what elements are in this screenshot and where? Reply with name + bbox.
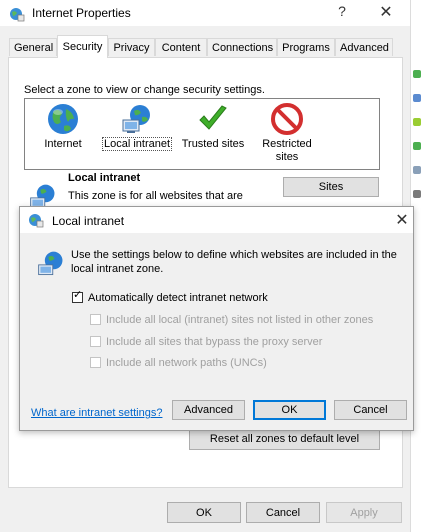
zone-label-restricted-sites: Restricted sites [262, 138, 312, 163]
dialog-ok-button[interactable]: OK [253, 400, 326, 420]
checkbox-bypass-proxy[interactable]: Include all sites that bypass the proxy … [90, 336, 322, 348]
window-titlebar[interactable]: Internet Properties ? ✕ [0, 0, 410, 26]
checkbox-label: Include all network paths (UNCs) [106, 357, 267, 369]
local-intranet-dialog: Local intranet ✕ Use the settings below … [19, 206, 414, 431]
checkmark-icon [199, 105, 227, 130]
intranet-settings-help-link[interactable]: What are intranet settings? [31, 407, 162, 419]
ok-button[interactable]: OK [167, 502, 241, 523]
zone-list: Internet Local intranet Trusted sites Re… [24, 98, 380, 170]
background-app-icon [413, 118, 421, 126]
checkbox-auto-detect[interactable]: ✓ Automatically detect intranet network [72, 289, 268, 304]
restricted-icon [271, 103, 303, 135]
internet-options-icon [29, 214, 44, 228]
checkbox-label: Include all sites that bypass the proxy … [106, 336, 323, 348]
intranet-icon [38, 251, 63, 276]
tab-connections[interactable]: Connections [207, 38, 277, 56]
zone-description: This zone is for all websites that are [68, 190, 243, 202]
zone-label-trusted-sites: Trusted sites [181, 138, 245, 150]
cancel-button[interactable]: Cancel [246, 502, 320, 523]
advanced-button[interactable]: Advanced [172, 400, 245, 420]
globe-icon [48, 104, 78, 134]
tab-advanced[interactable]: Advanced [335, 38, 393, 56]
dialog-description: Use the settings below to define which w… [71, 249, 397, 275]
zone-title: Local intranet [68, 172, 141, 184]
background-app-icon [413, 190, 421, 198]
tab-privacy[interactable]: Privacy [108, 38, 155, 56]
zone-label-internet: Internet [44, 138, 82, 150]
checkbox-label: Include all local (intranet) sites not l… [106, 314, 374, 326]
apply-button[interactable]: Apply [326, 502, 402, 523]
background-app-icon [413, 94, 421, 102]
dialog-cancel-button[interactable]: Cancel [334, 400, 407, 420]
close-button[interactable]: ✕ [374, 2, 398, 24]
sites-button[interactable]: Sites [283, 177, 379, 197]
checkbox-include-local-sites[interactable]: Include all local (intranet) sites not l… [90, 314, 373, 326]
checkbox-label: Automatically detect intranet network [88, 292, 268, 304]
checkbox-icon[interactable] [90, 336, 101, 347]
intranet-icon [122, 105, 150, 133]
reset-all-zones-button[interactable]: Reset all zones to default level [189, 428, 380, 450]
checkmark-icon: ✓ [73, 289, 83, 301]
zone-restricted-sites[interactable]: Restricted sites [257, 99, 317, 169]
tab-security[interactable]: Security [57, 35, 108, 58]
background-app-icon [413, 142, 421, 150]
zone-internet[interactable]: Internet [33, 99, 93, 169]
internet-options-icon [10, 8, 25, 22]
zone-label-local-intranet: Local intranet [101, 137, 173, 151]
checkbox-network-paths[interactable]: Include all network paths (UNCs) [90, 357, 267, 369]
dialog-title: Local intranet [52, 214, 125, 228]
zone-trusted-sites[interactable]: Trusted sites [179, 99, 247, 169]
checkbox-icon[interactable] [90, 357, 101, 368]
checkbox-icon[interactable] [90, 314, 101, 325]
tab-general[interactable]: General [9, 38, 57, 56]
background-app-icon [413, 70, 421, 78]
dialog-close-button[interactable]: ✕ [392, 210, 412, 230]
tab-programs[interactable]: Programs [277, 38, 335, 56]
zone-instruction: Select a zone to view or change security… [24, 84, 265, 96]
window-title: Internet Properties [32, 6, 131, 20]
dialog-titlebar[interactable]: Local intranet ✕ [20, 207, 413, 233]
background-app-icon [413, 166, 421, 174]
tab-content[interactable]: Content [155, 38, 207, 56]
checkbox-icon[interactable]: ✓ [72, 289, 83, 303]
help-button[interactable]: ? [334, 3, 350, 23]
zone-local-intranet[interactable]: Local intranet [101, 99, 173, 169]
